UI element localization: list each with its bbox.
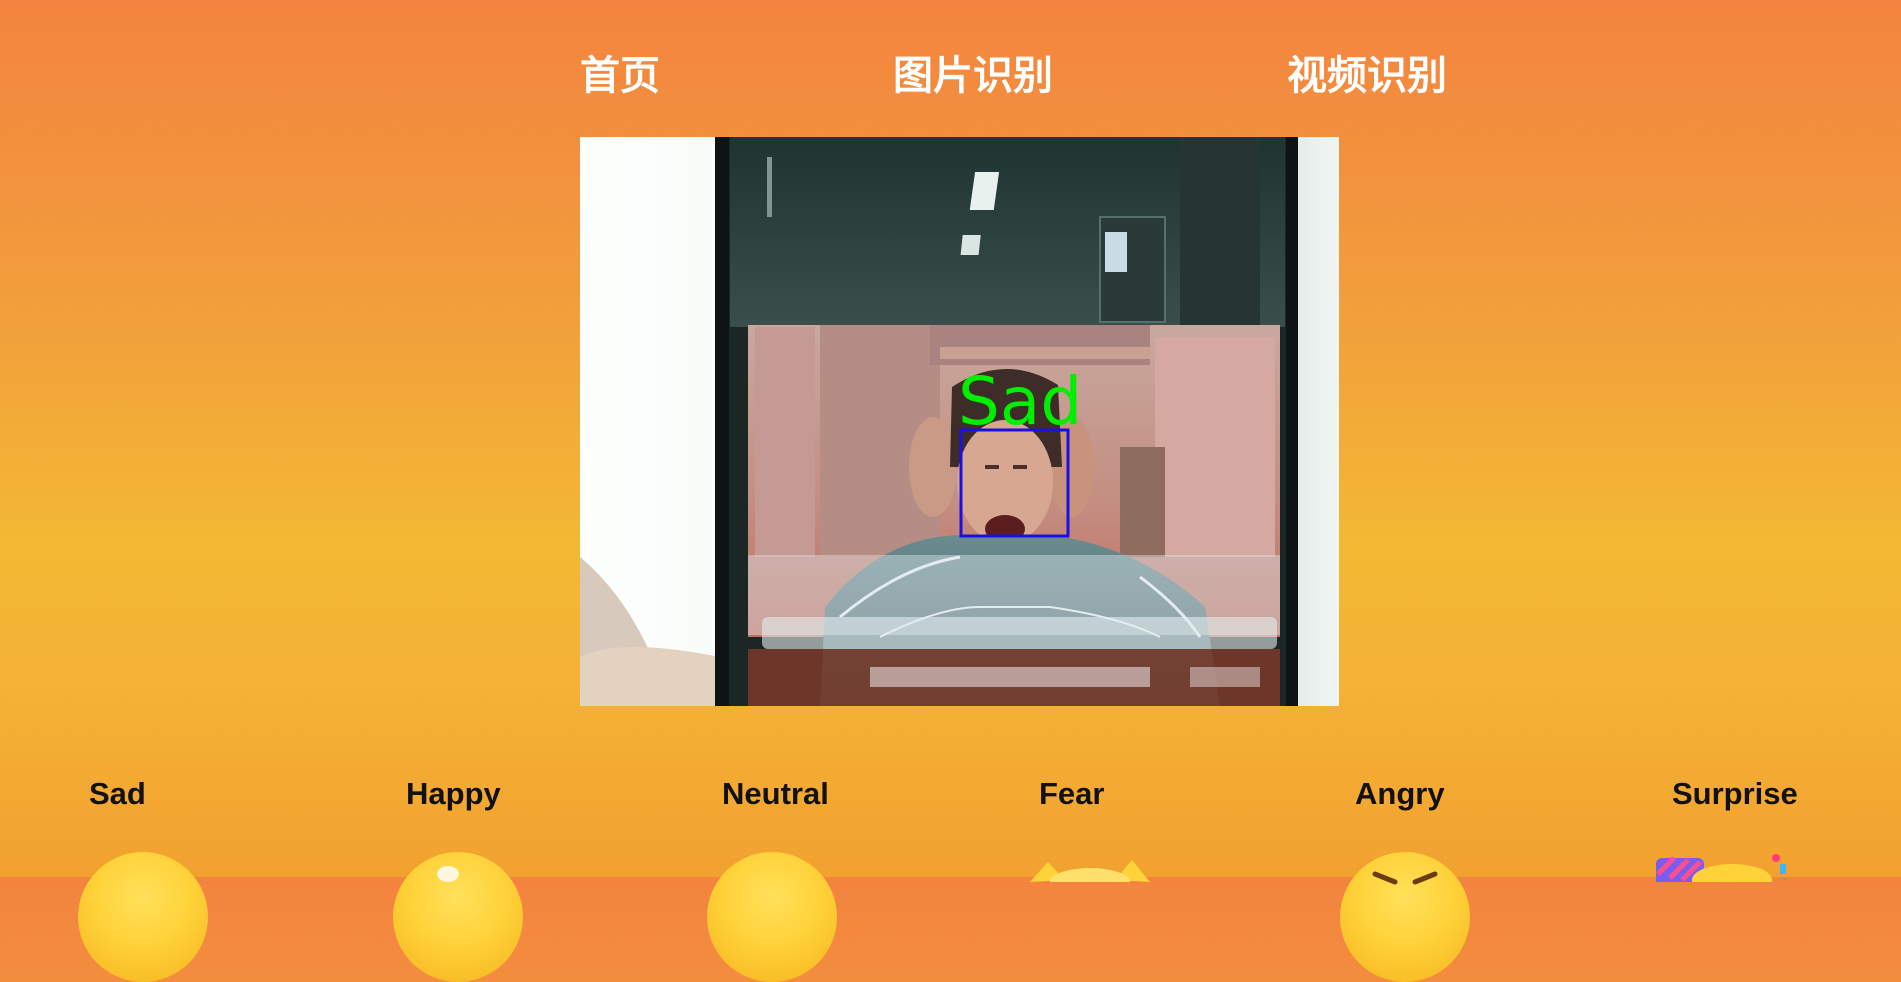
sad-emoji-icon — [78, 852, 208, 982]
angry-emoji-icon — [1340, 852, 1470, 982]
happy-emoji-highlight — [437, 866, 459, 882]
nav-video-recognition-link[interactable]: 视频识别 — [1287, 48, 1447, 104]
nav-image-recognition-link[interactable]: 图片识别 — [893, 48, 1053, 104]
emotion-label-angry: Angry — [1355, 776, 1445, 811]
surprise-emoji-icon — [1654, 852, 1794, 896]
camera-frame-image: Sad — [580, 137, 1339, 706]
emotion-label-sad: Sad — [89, 776, 146, 811]
emotion-label-neutral: Neutral — [722, 776, 829, 811]
video-feed: Sad — [580, 137, 1339, 706]
nav-home-link[interactable]: 首页 — [580, 48, 660, 104]
detected-emotion-label: Sad — [958, 363, 1082, 440]
emotion-label-happy: Happy — [406, 776, 501, 811]
fear-emoji-icon — [1020, 852, 1160, 896]
neutral-emoji-icon — [707, 852, 837, 982]
happy-emoji-icon — [393, 852, 523, 982]
emotion-label-surprise: Surprise — [1672, 776, 1798, 811]
emotion-label-fear: Fear — [1039, 776, 1105, 811]
